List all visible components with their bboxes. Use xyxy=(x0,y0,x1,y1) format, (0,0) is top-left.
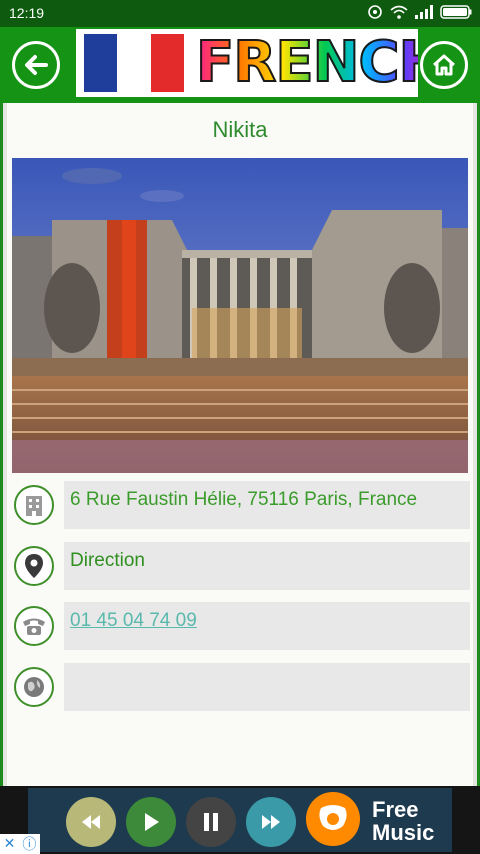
hotspot-icon xyxy=(368,5,382,19)
phone-row: 01 45 04 74 09 xyxy=(12,602,470,652)
address-row: 6 Rue Faustin Hélie, 75116 Paris, France xyxy=(12,481,470,531)
direction-button[interactable]: Direction xyxy=(64,542,470,590)
play-icon xyxy=(126,797,176,847)
uc-logo-icon xyxy=(306,792,360,846)
battery-icon xyxy=(440,5,472,19)
ad-choices[interactable]: ✕ ⓘ xyxy=(0,834,40,854)
ad-headline: Free Music xyxy=(372,798,434,844)
arrow-left-icon xyxy=(25,55,48,75)
french-banner: FRENCH xyxy=(76,29,418,97)
ad-line-2: Music xyxy=(372,820,435,845)
banner-title: FRENCH xyxy=(195,29,418,97)
signal-icon xyxy=(415,5,433,19)
fast-forward-icon xyxy=(246,797,296,847)
home-icon xyxy=(432,54,456,76)
place-detail: Nikita 6 Rue Faustin Hélie, 75116 Paris,… xyxy=(3,103,477,786)
ad-content[interactable]: Free Music xyxy=(28,788,452,852)
back-button[interactable] xyxy=(12,41,60,89)
home-button[interactable] xyxy=(420,41,468,89)
place-photo xyxy=(12,158,468,473)
pause-icon xyxy=(186,797,236,847)
address-text: 6 Rue Faustin Hélie, 75116 Paris, France xyxy=(64,481,470,529)
close-icon[interactable]: ✕ xyxy=(4,836,16,852)
rewind-icon xyxy=(66,797,116,847)
website-field[interactable] xyxy=(64,663,470,711)
wifi-icon xyxy=(390,5,408,19)
map-pin-icon xyxy=(14,546,54,586)
french-flag-icon xyxy=(84,34,184,92)
phone-link[interactable]: 01 45 04 74 09 xyxy=(64,602,470,650)
place-title: Nikita xyxy=(212,117,268,142)
status-icons xyxy=(367,4,472,20)
status-bar: 12:19 xyxy=(0,0,480,27)
direction-row[interactable]: Direction xyxy=(12,542,470,592)
website-row xyxy=(12,663,470,713)
ad-info-icon[interactable]: ⓘ xyxy=(22,834,36,854)
globe-icon xyxy=(14,667,54,707)
telephone-icon xyxy=(14,606,54,646)
ad-line-1: Free xyxy=(372,797,419,822)
app-header: FRENCH xyxy=(0,27,480,103)
status-time: 12:19 xyxy=(9,5,45,21)
building-icon xyxy=(14,485,54,525)
ad-banner[interactable]: Free Music xyxy=(0,786,480,854)
